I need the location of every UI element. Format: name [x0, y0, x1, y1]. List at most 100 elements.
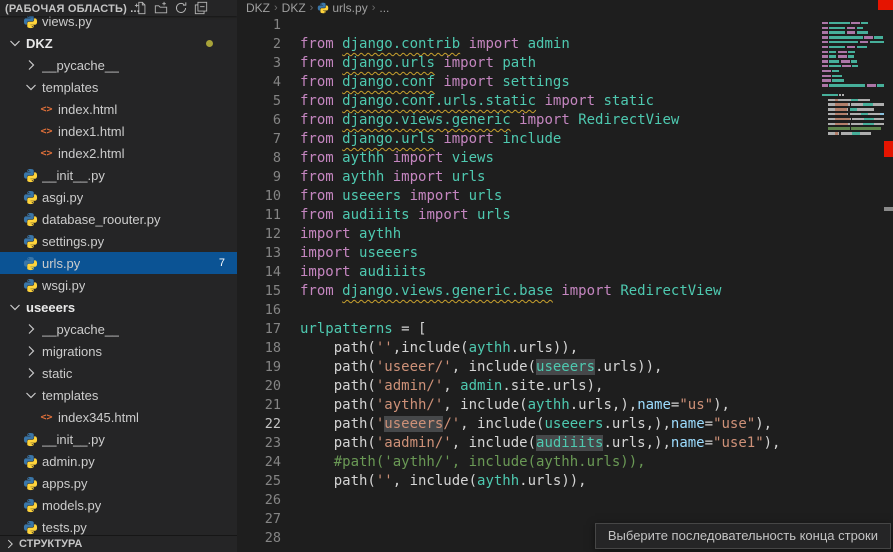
code-line-11[interactable]: 11from audiiits import urls — [237, 206, 818, 225]
tree-item-index345.html[interactable]: <>index345.html — [0, 406, 237, 428]
overview-ruler[interactable] — [884, 0, 893, 552]
chevron-right-icon — [22, 321, 39, 337]
code-line-10[interactable]: 10from useeers import urls — [237, 187, 818, 206]
refresh-icon[interactable] — [173, 0, 189, 16]
code-line-1[interactable]: 1 — [237, 16, 818, 35]
html-file-icon: <> — [38, 409, 55, 425]
line-number: 21 — [237, 396, 281, 415]
code-line-15[interactable]: 15from django.views.generic.base import … — [237, 282, 818, 301]
breadcrumb-separator: › — [274, 2, 278, 14]
tree-item-label: migrations — [42, 344, 102, 359]
minimap[interactable] — [820, 16, 884, 150]
collapse-all-icon[interactable] — [193, 0, 209, 16]
tree-item-__pycache__[interactable]: __pycache__ — [0, 318, 237, 340]
code-line-9[interactable]: 9from aythh import urls — [237, 168, 818, 187]
tree-item-asgi.py[interactable]: asgi.py — [0, 186, 237, 208]
tree-item-DKZ[interactable]: DKZ — [0, 32, 237, 54]
tree-item-index1.html[interactable]: <>index1.html — [0, 120, 237, 142]
code-line-16[interactable]: 16 — [237, 301, 818, 320]
code-line-12[interactable]: 12import aythh — [237, 225, 818, 244]
tree-item-admin.py[interactable]: admin.py — [0, 450, 237, 472]
chevron-right-icon — [22, 343, 39, 359]
chevron-down-icon — [22, 79, 39, 95]
python-file-icon — [317, 2, 329, 14]
minimap-line — [820, 146, 884, 151]
tree-item-label: wsgi.py — [42, 278, 85, 293]
code-text: import audiiits — [300, 263, 426, 282]
tree-item-__init__.py[interactable]: __init__.py — [0, 428, 237, 450]
problems-badge: 7 — [219, 257, 225, 269]
line-number: 11 — [237, 206, 281, 225]
breadcrumb-item[interactable]: DKZ — [246, 1, 270, 15]
code-text: from django.conf.urls.static import stat… — [300, 92, 654, 111]
python-file-icon — [22, 277, 39, 293]
breadcrumb-item[interactable]: DKZ — [282, 1, 306, 15]
code-line-22[interactable]: 22 path('useeers/', include(useeers.urls… — [237, 415, 818, 434]
tree-item-useeers[interactable]: useeers — [0, 296, 237, 318]
tree-item-label: database_roouter.py — [42, 212, 161, 227]
breadcrumb-item[interactable]: ... — [379, 1, 389, 15]
tree-item-index.html[interactable]: <>index.html — [0, 98, 237, 120]
breadcrumb-item[interactable]: urls.py — [317, 1, 367, 15]
code-line-23[interactable]: 23 path('aadmin/', include(audiiits.urls… — [237, 434, 818, 453]
code-line-19[interactable]: 19 path('useeer/', include(useeers.urls)… — [237, 358, 818, 377]
python-file-icon — [22, 519, 39, 535]
tree-item-templates[interactable]: templates — [0, 76, 237, 98]
code-line-13[interactable]: 13import useeers — [237, 244, 818, 263]
breadcrumb-label: DKZ — [246, 1, 270, 15]
code-line-20[interactable]: 20 path('admin/', admin.site.urls), — [237, 377, 818, 396]
tree-item-label: index2.html — [58, 146, 124, 161]
tree-item-database_roouter.py[interactable]: database_roouter.py — [0, 208, 237, 230]
chevron-right-icon — [3, 536, 17, 552]
new-file-icon[interactable] — [133, 0, 149, 16]
tree-item-apps.py[interactable]: apps.py — [0, 472, 237, 494]
new-folder-icon[interactable] — [153, 0, 169, 16]
code-line-25[interactable]: 25 path('', include(aythh.urls)), — [237, 472, 818, 491]
tree-item-settings.py[interactable]: settings.py — [0, 230, 237, 252]
tree-item-index2.html[interactable]: <>index2.html — [0, 142, 237, 164]
code-line-3[interactable]: 3from django.urls import path — [237, 54, 818, 73]
tree-item-urls.py[interactable]: urls.py7 — [0, 252, 237, 274]
code-line-21[interactable]: 21 path('aythh/', include(aythh.urls,),n… — [237, 396, 818, 415]
code-line-8[interactable]: 8from aythh import views — [237, 149, 818, 168]
tree-item-wsgi.py[interactable]: wsgi.py — [0, 274, 237, 296]
tree-item-__init__.py[interactable]: __init__.py — [0, 164, 237, 186]
code-line-2[interactable]: 2from django.contrib import admin — [237, 35, 818, 54]
line-number: 27 — [237, 510, 281, 529]
code-line-14[interactable]: 14import audiiits — [237, 263, 818, 282]
breadcrumb: DKZ›DKZ›urls.py›... — [237, 0, 893, 16]
python-file-icon — [22, 255, 39, 271]
tree-item-__pycache__[interactable]: __pycache__ — [0, 54, 237, 76]
code-line-18[interactable]: 18 path('',include(aythh.urls)), — [237, 339, 818, 358]
tree-item-label: static — [42, 366, 72, 381]
code-text: path('aadmin/', include(audiiits.urls,),… — [300, 434, 780, 453]
html-file-icon: <> — [38, 101, 55, 117]
error-marker-mid — [884, 141, 893, 157]
code-text: from django.urls import include — [300, 130, 561, 149]
code-text: path('aythh/', include(aythh.urls,),name… — [300, 396, 730, 415]
tree-item-static[interactable]: static — [0, 362, 237, 384]
error-marker-top — [878, 0, 893, 10]
outline-section-header[interactable]: СТРУКТУРА — [0, 535, 237, 552]
line-number: 4 — [237, 73, 281, 92]
minimap-line — [820, 117, 884, 122]
tree-item-models.py[interactable]: models.py — [0, 494, 237, 516]
code-text: path('',include(aythh.urls)), — [300, 339, 578, 358]
code-line-17[interactable]: 17urlpatterns = [ — [237, 320, 818, 339]
code-text: path('', include(aythh.urls)), — [300, 472, 587, 491]
line-number: 8 — [237, 149, 281, 168]
tree-item-templates[interactable]: templates — [0, 384, 237, 406]
code-line-26[interactable]: 26 — [237, 491, 818, 510]
tree-item-migrations[interactable]: migrations — [0, 340, 237, 362]
code-text: #path('aythh/', include(aythh.urls)), — [300, 453, 646, 472]
code-line-5[interactable]: 5from django.conf.urls.static import sta… — [237, 92, 818, 111]
code-line-6[interactable]: 6from django.views.generic import Redire… — [237, 111, 818, 130]
code-text: from django.views.generic.base import Re… — [300, 282, 721, 301]
line-number: 26 — [237, 491, 281, 510]
code-line-7[interactable]: 7from django.urls import include — [237, 130, 818, 149]
code-line-24[interactable]: 24 #path('aythh/', include(aythh.urls)), — [237, 453, 818, 472]
code-line-4[interactable]: 4from django.conf import settings — [237, 73, 818, 92]
line-number: 25 — [237, 472, 281, 491]
tree-item-label: tests.py — [42, 520, 87, 535]
code-area[interactable]: 12from django.contrib import admin3from … — [237, 16, 818, 548]
